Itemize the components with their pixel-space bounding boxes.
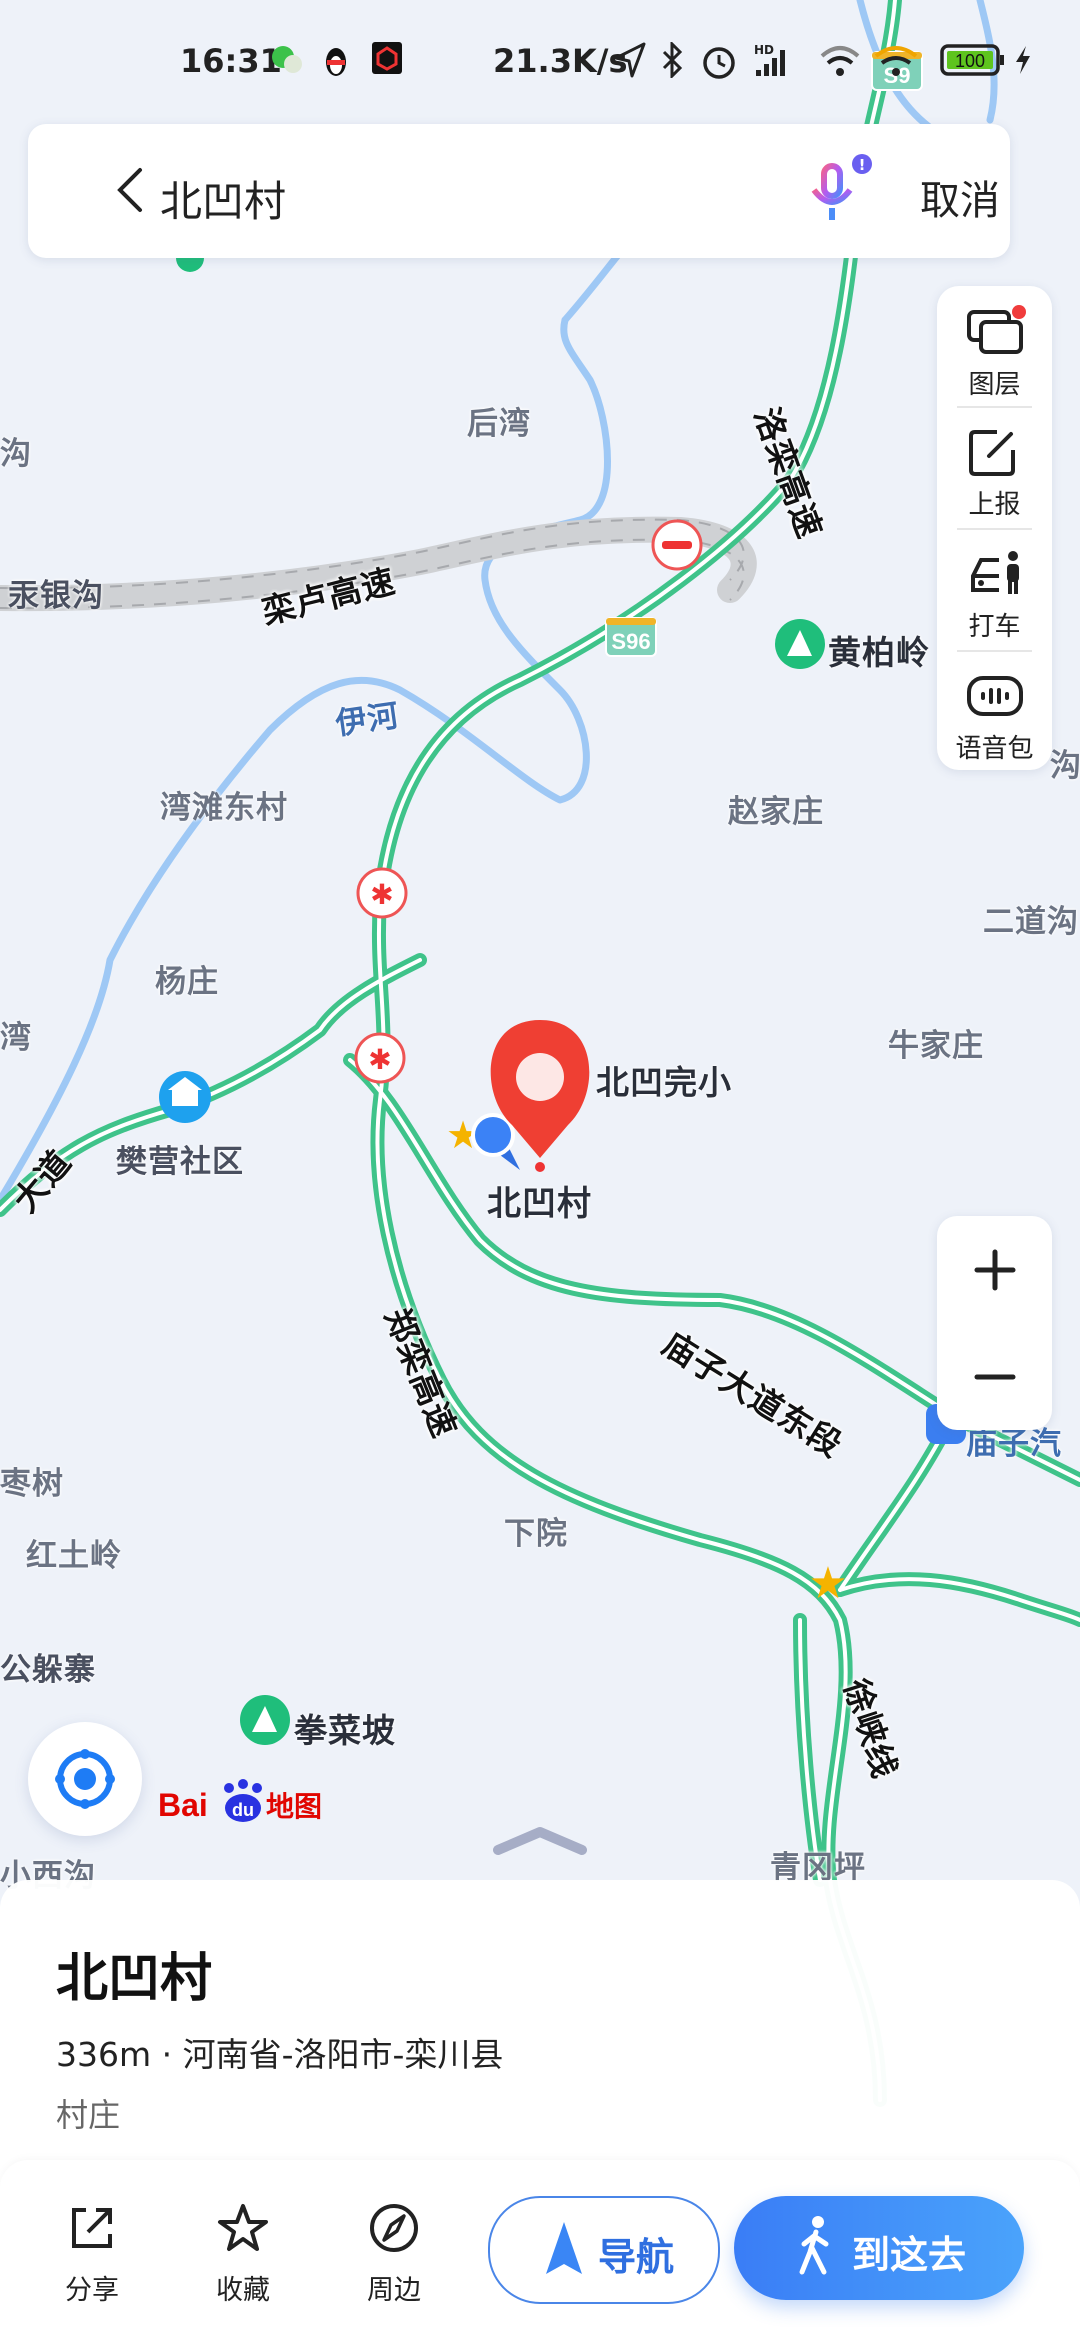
map-label: 樊营社区 bbox=[116, 1144, 244, 1180]
zoom-out-button[interactable] bbox=[937, 1323, 1052, 1430]
tool-voice-pack[interactable]: 语音包 bbox=[937, 658, 1052, 778]
microphone-icon: ! bbox=[811, 154, 872, 220]
divider bbox=[957, 650, 1032, 652]
svg-text:✱: ✱ bbox=[370, 878, 393, 911]
walking-icon bbox=[799, 2216, 829, 2275]
svg-text:✱: ✱ bbox=[368, 1043, 391, 1076]
location-icon bbox=[612, 42, 646, 86]
network-speed: 21.3K/s bbox=[493, 42, 628, 80]
hd-signal-icon: HD bbox=[752, 42, 806, 88]
map-label: 湾滩东村 bbox=[160, 790, 288, 826]
navigation-arrow-icon bbox=[546, 2222, 582, 2274]
mountain-poi-icon bbox=[775, 619, 825, 669]
tool-layers[interactable]: 图层 bbox=[937, 294, 1052, 414]
highway-shield-s96: S96 bbox=[605, 617, 657, 657]
qq-icon bbox=[322, 42, 350, 86]
map-label: 牛家庄 bbox=[888, 1028, 984, 1064]
place-address: 336m · 河南省-洛阳市-栾川县 bbox=[56, 2035, 504, 2074]
map-label: 北凹完小 bbox=[596, 1063, 732, 1102]
map-label: 下院 bbox=[504, 1516, 568, 1552]
star-icon bbox=[218, 2204, 268, 2251]
map-label: 沟 bbox=[1050, 748, 1080, 784]
place-name: 北凹村 bbox=[56, 1949, 213, 2009]
map-label: 红土岭 bbox=[26, 1538, 122, 1574]
favorite-star-icon: ★ bbox=[808, 1558, 847, 1609]
search-input[interactable]: 北凹村 bbox=[160, 168, 286, 229]
hotspot-icon bbox=[872, 42, 920, 88]
layers-icon bbox=[966, 305, 1026, 354]
back-button[interactable] bbox=[100, 160, 160, 220]
cancel-button[interactable]: 取消 bbox=[920, 168, 1000, 226]
battery-icon: 100 bbox=[940, 42, 1006, 86]
voice-search-button[interactable]: ! bbox=[798, 152, 878, 232]
compass-icon bbox=[370, 2204, 418, 2252]
map-label: 二道沟 bbox=[983, 904, 1079, 940]
svg-text:地图: 地图 bbox=[266, 1790, 322, 1823]
map-label: 湾 bbox=[0, 1020, 32, 1056]
map-label: 黄柏岭 bbox=[828, 633, 930, 672]
share-button[interactable]: 分享 bbox=[42, 2200, 142, 2307]
snow-warning-icon: ✱ bbox=[356, 867, 408, 919]
minus-icon bbox=[974, 1374, 1016, 1380]
sheet-expand-handle[interactable] bbox=[490, 1826, 590, 1856]
baidu-map-logo: Bai du 地图 bbox=[158, 1772, 328, 1832]
voice-pack-icon bbox=[966, 676, 1023, 716]
place-category: 村庄 bbox=[56, 2096, 121, 2134]
wechat-icon bbox=[270, 42, 304, 84]
bluetooth-icon bbox=[660, 40, 684, 86]
wifi-icon bbox=[818, 42, 862, 88]
road-closed-icon bbox=[651, 519, 703, 571]
navigate-button[interactable]: 导航 bbox=[488, 2196, 720, 2304]
map-label: 汞银沟 bbox=[8, 578, 104, 614]
svg-text:S96: S96 bbox=[611, 629, 650, 654]
taxi-icon bbox=[970, 551, 1019, 594]
share-icon bbox=[72, 2208, 112, 2248]
chevron-up-icon bbox=[493, 1827, 587, 1855]
map-label: 公躲寨 bbox=[0, 1652, 96, 1688]
divider bbox=[957, 406, 1032, 408]
tool-report[interactable]: 上报 bbox=[937, 414, 1052, 534]
plus-icon bbox=[974, 1249, 1016, 1291]
map-tools-panel: 图层 上报 打车 语音包 bbox=[937, 286, 1052, 770]
svg-text:HD: HD bbox=[754, 43, 774, 57]
report-icon bbox=[968, 430, 1015, 476]
snow-warning-icon: ✱ bbox=[354, 1032, 406, 1084]
favorite-button[interactable]: 收藏 bbox=[193, 2200, 293, 2307]
river-label: 伊河 bbox=[333, 697, 402, 743]
svg-text:!: ! bbox=[859, 156, 866, 174]
map-label: 枣树 bbox=[0, 1466, 64, 1502]
selected-marker-label: 北凹村 bbox=[487, 1184, 592, 1224]
map-label: 赵家庄 bbox=[728, 794, 824, 830]
nearby-button[interactable]: 周边 bbox=[344, 2200, 444, 2307]
map-label: 杨庄 bbox=[155, 964, 219, 1000]
alarm-icon bbox=[700, 42, 738, 88]
svg-text:du: du bbox=[232, 1800, 254, 1820]
status-bar: 16:31 21.3K/s HD 100 bbox=[0, 38, 1080, 88]
charging-icon bbox=[1012, 42, 1034, 86]
map-label: 沟 bbox=[0, 436, 32, 472]
chevron-left-icon bbox=[117, 168, 142, 212]
search-bar: 北凹村 ! 取消 bbox=[28, 124, 1010, 258]
community-poi-icon bbox=[159, 1071, 211, 1123]
map-label: 后湾 bbox=[467, 406, 531, 442]
svg-text:100: 100 bbox=[955, 51, 985, 71]
map-label: 拳菜坡 bbox=[294, 1711, 396, 1750]
app-icon bbox=[372, 42, 402, 82]
svg-text:Bai: Bai bbox=[158, 1787, 208, 1823]
locate-me-button[interactable] bbox=[28, 1722, 142, 1836]
zoom-in-button[interactable] bbox=[937, 1216, 1052, 1323]
tool-taxi[interactable]: 打车 bbox=[937, 536, 1052, 656]
go-here-button[interactable]: 到这去 bbox=[734, 2196, 1024, 2300]
status-time: 16:31 bbox=[180, 42, 282, 80]
zoom-controls bbox=[937, 1216, 1052, 1430]
divider bbox=[957, 528, 1032, 530]
mountain-poi-icon bbox=[240, 1695, 290, 1745]
crosshair-icon bbox=[55, 1749, 115, 1809]
